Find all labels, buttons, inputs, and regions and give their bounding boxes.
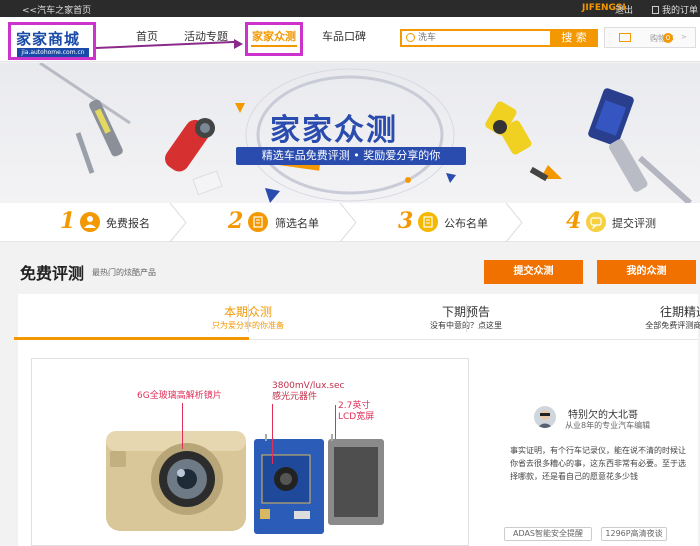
lens-leader-line	[182, 403, 183, 449]
nav-home[interactable]: 首页	[136, 28, 158, 44]
search-input[interactable]	[418, 32, 548, 44]
step-signup: 1 免费报名	[60, 203, 180, 242]
annotation-arrow-head	[234, 39, 243, 49]
nav-reviews[interactable]: 车品口碑	[322, 28, 366, 44]
search-button[interactable]: 搜 索	[550, 29, 598, 47]
step-label: 筛选名单	[275, 217, 319, 230]
step-label: 免费报名	[106, 217, 150, 230]
tab-upcoming[interactable]: 下期预告 没有中意的？点这里	[248, 294, 502, 340]
tab-past[interactable]: 往期精选 全部免费评测商品>>	[466, 294, 700, 340]
period-tabs: 本期众测 只为爱分享的你准备 下期预告 没有中意的？点这里 往期精选 全部免费评…	[18, 294, 700, 340]
orders-icon	[652, 6, 659, 14]
submit-test-button[interactable]: 提交众测	[484, 260, 583, 284]
step-chevron-icon	[339, 203, 357, 242]
home-link[interactable]: <<汽车之家首页	[22, 3, 91, 16]
my-orders-link[interactable]: 我的订单	[652, 3, 698, 16]
step-chevron-icon	[505, 203, 523, 242]
banner-title: 家家众测	[270, 113, 398, 148]
tab-title: 往期精选	[659, 305, 700, 319]
step-number: 1	[60, 208, 76, 234]
step-number: 3	[398, 208, 414, 234]
my-orders-label: 我的订单	[662, 6, 699, 16]
step-number: 2	[228, 208, 244, 234]
hero-banner[interactable]: 家家众测 精选车品免费评测 • 奖励爱分享的你	[0, 63, 700, 203]
section-title: 免费评测	[20, 264, 85, 283]
chevron-right-icon: >	[681, 33, 687, 41]
reviewer-name[interactable]: 特别欠的大北哥	[568, 406, 638, 421]
sensor-label-line1: 3800mV/lux.sec	[272, 381, 345, 391]
lcd-leader-line	[335, 405, 336, 439]
chat-icon	[586, 212, 606, 232]
step-submit-review: 4 提交评测	[566, 203, 686, 242]
step-label: 提交评测	[612, 217, 656, 230]
site-logo[interactable]: 家家商城 jia.autohome.com.cn	[8, 22, 96, 60]
nav-crowd-test[interactable]: 家家众测	[252, 28, 296, 44]
lens-label: 6G全玻璃高解析镜片	[137, 391, 222, 401]
step-label: 公布名单	[444, 217, 488, 230]
logo-title: 家家商城	[16, 30, 81, 48]
my-tests-button[interactable]: 我的众测	[597, 260, 696, 284]
sensor-leader-line	[272, 404, 273, 464]
feature-tag[interactable]: 1296P高清夜谈	[601, 527, 667, 541]
lcd-label-line2: LCD宽屏	[338, 412, 375, 422]
lcd-label-line1: 2.7英寸	[338, 401, 371, 411]
section-subtitle: 最热门的炫酷产品	[92, 268, 156, 277]
sensor-label-line2: 感光元器件	[272, 392, 318, 402]
logo-url: jia.autohome.com.cn	[17, 48, 89, 57]
process-steps: 1 免费报名 2 筛选名单 3 公布名单 4 提交评测	[0, 203, 700, 242]
tab-current[interactable]: 本期众测 只为爱分享的你准备	[30, 294, 284, 340]
step-announce: 3 公布名单	[398, 203, 518, 242]
cart-count-badge: 0	[663, 33, 673, 43]
reviewer-role: 从业8年的专业汽车编辑	[565, 421, 651, 430]
avatar[interactable]	[534, 406, 556, 428]
nav-active-indicator	[251, 45, 297, 47]
top-bar: <<汽车之家首页 JIFENGSI 退出 我的订单	[0, 0, 700, 17]
dashcam-image	[106, 431, 384, 534]
step-chevron-icon	[169, 203, 187, 242]
step-number: 4	[566, 208, 582, 234]
logout-link[interactable]: 退出	[615, 3, 633, 16]
search-bar: 搜 索	[400, 29, 598, 47]
feature-tag[interactable]: ADAS智能安全提醒	[504, 527, 592, 541]
document-icon	[418, 212, 438, 232]
product-card[interactable]: 6G全玻璃高解析镜片 3800mV/lux.sec 感光元器件 2.7英寸 LC…	[31, 358, 469, 546]
tab-subtitle: 全部免费评测商品>>	[645, 321, 700, 330]
banner-subtitle: 精选车品免费评测 • 奖励爱分享的你	[236, 147, 466, 165]
list-icon	[248, 212, 268, 232]
reviewer-comment: 事实证明，有个行车记录仪，能在说不清的时候让你省去很多糟心的事，这东西非常有必要…	[510, 446, 686, 481]
user-icon	[80, 212, 100, 232]
step-screening: 2 筛选名单	[228, 203, 348, 242]
cart-icon	[619, 33, 631, 42]
search-icon	[406, 33, 415, 42]
